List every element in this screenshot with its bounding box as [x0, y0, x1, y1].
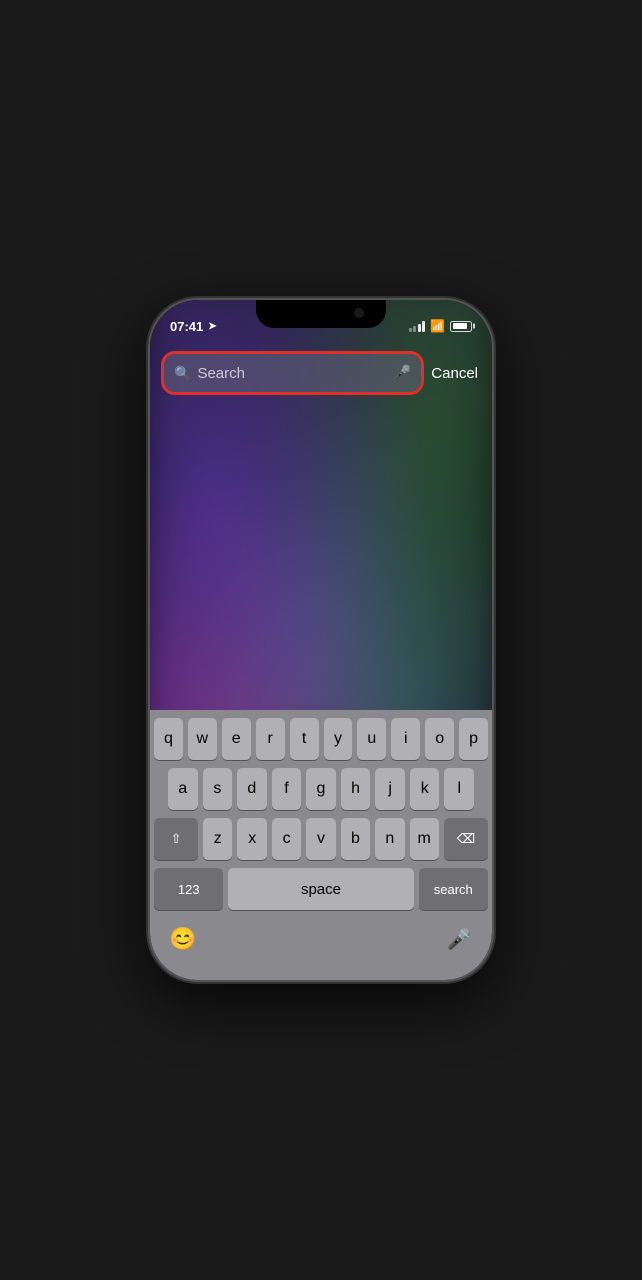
key-t[interactable]: t: [290, 718, 319, 760]
key-b[interactable]: b: [341, 818, 370, 860]
phone-shell: 07:41 ➤ 📶 🔍 Search: [150, 300, 492, 980]
keyboard[interactable]: q w e r t y u i o p a s d f g h j k: [150, 710, 492, 980]
key-z[interactable]: z: [203, 818, 232, 860]
dictation-mic-key[interactable]: 🎤: [438, 918, 480, 960]
key-s[interactable]: s: [203, 768, 233, 810]
key-j[interactable]: j: [375, 768, 405, 810]
cancel-button[interactable]: Cancel: [431, 365, 478, 382]
key-w[interactable]: w: [188, 718, 217, 760]
key-p[interactable]: p: [459, 718, 488, 760]
space-key[interactable]: space: [228, 868, 413, 910]
shift-key[interactable]: ⇧: [154, 818, 198, 860]
search-input-text[interactable]: Search: [197, 365, 386, 382]
key-q[interactable]: q: [154, 718, 183, 760]
key-h[interactable]: h: [341, 768, 371, 810]
screen: 07:41 ➤ 📶 🔍 Search: [150, 300, 492, 980]
status-icons: 📶: [409, 319, 472, 333]
keyboard-row-3: ⇧ z x c v b n m ⌫: [154, 818, 488, 860]
front-camera: [354, 308, 364, 318]
key-c[interactable]: c: [272, 818, 301, 860]
key-r[interactable]: r: [256, 718, 285, 760]
search-bar[interactable]: 🔍 Search 🎤: [164, 354, 421, 392]
key-v[interactable]: v: [306, 818, 335, 860]
keyboard-row-2: a s d f g h j k l: [154, 768, 488, 810]
key-x[interactable]: x: [237, 818, 266, 860]
search-area: 🔍 Search 🎤 Cancel: [150, 348, 492, 398]
keyboard-bottom-row: 😊 🎤: [154, 918, 488, 960]
key-i[interactable]: i: [391, 718, 420, 760]
key-o[interactable]: o: [425, 718, 454, 760]
key-f[interactable]: f: [272, 768, 302, 810]
key-m[interactable]: m: [410, 818, 439, 860]
key-n[interactable]: n: [375, 818, 404, 860]
key-e[interactable]: e: [222, 718, 251, 760]
clock: 07:41: [170, 319, 203, 334]
search-bar-wrapper: 🔍 Search 🎤: [164, 354, 421, 392]
status-time: 07:41 ➤: [170, 319, 217, 334]
key-g[interactable]: g: [306, 768, 336, 810]
notch: [256, 300, 386, 328]
search-icon: 🔍: [174, 365, 191, 382]
delete-key[interactable]: ⌫: [444, 818, 488, 860]
wifi-icon: 📶: [430, 319, 445, 333]
key-k[interactable]: k: [410, 768, 440, 810]
keyboard-row-4: 123 space search: [154, 868, 488, 910]
key-d[interactable]: d: [237, 768, 267, 810]
mic-icon[interactable]: 🎤: [393, 364, 412, 382]
search-return-key[interactable]: search: [419, 868, 488, 910]
battery-fill: [453, 323, 467, 329]
keyboard-row-1: q w e r t y u i o p: [154, 718, 488, 760]
battery-body: [450, 321, 472, 332]
key-u[interactable]: u: [357, 718, 386, 760]
battery-icon: [450, 321, 472, 332]
key-l[interactable]: l: [444, 768, 474, 810]
key-y[interactable]: y: [324, 718, 353, 760]
key-a[interactable]: a: [168, 768, 198, 810]
location-icon: ➤: [208, 321, 216, 332]
signal-icon: [409, 321, 426, 332]
numbers-key[interactable]: 123: [154, 868, 223, 910]
emoji-key[interactable]: 😊: [162, 918, 204, 960]
